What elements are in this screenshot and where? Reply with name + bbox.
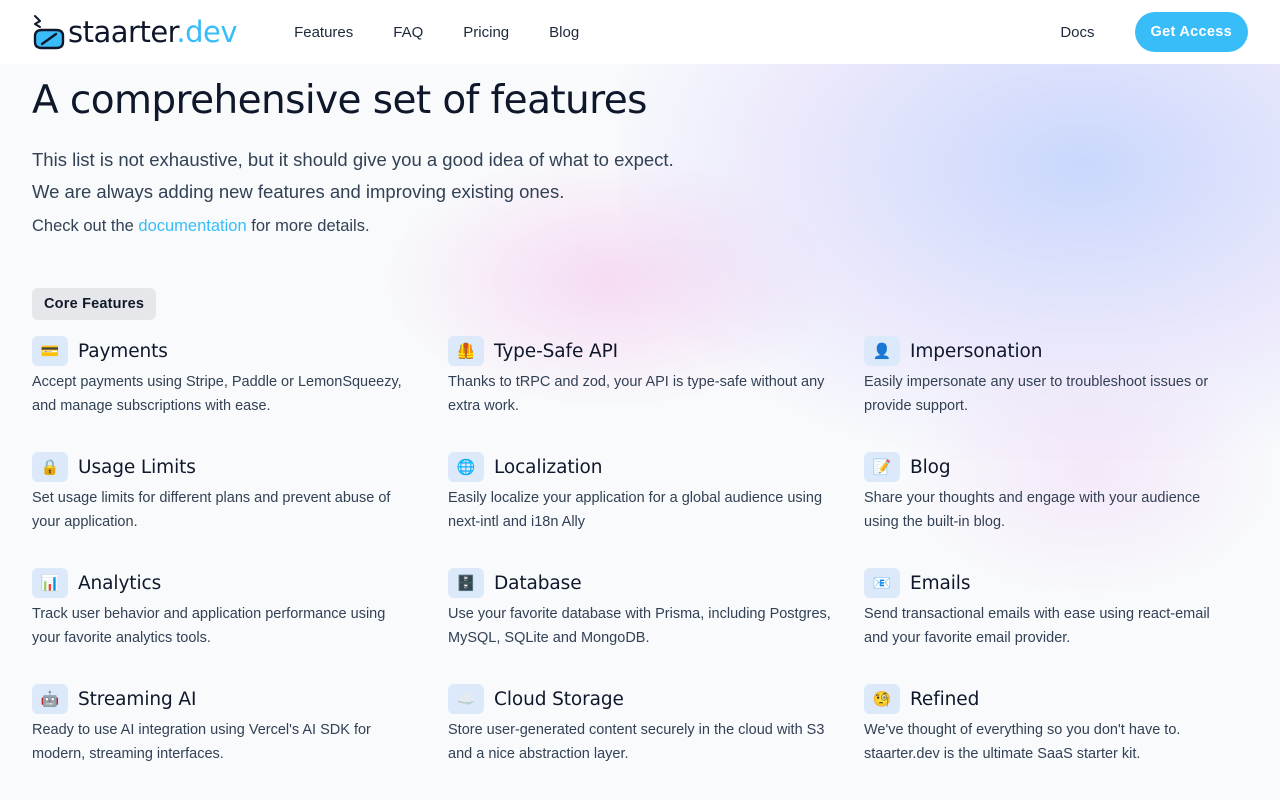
feature-card: 🦺 Type-Safe API Thanks to tRPC and zod, yo…	[448, 336, 864, 452]
nav-blog[interactable]: Blog	[549, 24, 579, 41]
feature-header: 👤 Impersonation	[864, 336, 1216, 366]
feature-description: Set usage limits for different plans and…	[32, 490, 391, 530]
logo-mark-icon	[33, 15, 65, 50]
feature-title: Cloud Storage	[494, 688, 624, 710]
features-page: A comprehensive set of features This lis…	[32, 64, 1248, 800]
main-nav: Features FAQ Pricing Blog	[294, 24, 619, 41]
feature-description: Easily localize your application for a g…	[448, 490, 823, 530]
docs-link[interactable]: Docs	[1060, 24, 1094, 41]
feature-card: 🧐 Refined We've thought of everything so y…	[864, 684, 1248, 800]
nav-faq[interactable]: FAQ	[393, 24, 423, 41]
monocle-face-icon: 🧐	[864, 684, 900, 714]
feature-description: Use your favorite database with Prisma, …	[448, 606, 831, 646]
feature-title: Emails	[910, 572, 971, 594]
logo-link[interactable]: staarter.dev	[32, 14, 238, 50]
nav-features[interactable]: Features	[294, 24, 353, 41]
feature-title: Usage Limits	[78, 456, 196, 478]
feature-header: 📝 Blog	[864, 452, 1216, 482]
intro-text: This list is not exhaustive, but it shou…	[32, 149, 674, 202]
feature-header: 🌐 Localization	[448, 452, 832, 482]
section-badge: Core Features	[32, 288, 157, 320]
globe-icon: 🌐	[448, 452, 484, 482]
feature-description: Store user-generated content securely in…	[448, 722, 825, 762]
feature-card: ☁️ Cloud Storage Store user-generated cont…	[448, 684, 864, 800]
feature-title: Streaming AI	[78, 688, 197, 710]
file-cabinet-icon: 🗄️	[448, 568, 484, 598]
email-icon: 📧	[864, 568, 900, 598]
feature-header: 📧 Emails	[864, 568, 1216, 598]
feature-description: Share your thoughts and engage with your…	[864, 490, 1201, 530]
feature-title: Database	[494, 572, 582, 594]
feature-card: 🌐 Localization Easily localize your applic…	[448, 452, 864, 568]
lock-icon: 🔒	[32, 452, 68, 482]
safety-vest-icon: 🦺	[448, 336, 484, 366]
feature-title: Analytics	[78, 572, 162, 594]
feature-header: 📊 Analytics	[32, 568, 416, 598]
feature-card: 📧 Emails Send transactional emails with ea…	[864, 568, 1248, 684]
documentation-note: Check out the documentation for more det…	[32, 217, 370, 235]
feature-card: 🗄️ Database Use your favorite database wit…	[448, 568, 864, 684]
feature-header: 🦺 Type-Safe API	[448, 336, 832, 366]
feature-title: Type-Safe API	[494, 340, 618, 362]
feature-description: Easily impersonate any user to troublesh…	[864, 374, 1209, 414]
feature-description: Track user behavior and application perf…	[32, 606, 386, 646]
robot-icon: 🤖	[32, 684, 68, 714]
feature-card: 🤖 Streaming AI Ready to use AI integration…	[32, 684, 448, 800]
feature-title: Localization	[494, 456, 603, 478]
credit-card-icon: 💳	[32, 336, 68, 366]
site-header: staarter.dev Features FAQ Pricing Blog D…	[0, 0, 1280, 64]
feature-card: 📝 Blog Share your thoughts and engage with…	[864, 452, 1248, 568]
page-title: A comprehensive set of features	[32, 78, 647, 123]
feature-grid: 💳 Payments Accept payments using Stripe, P…	[32, 336, 1248, 800]
get-access-button[interactable]: Get Access	[1134, 12, 1248, 52]
feature-description: Accept payments using Stripe, Paddle or …	[32, 374, 402, 414]
cloud-icon: ☁️	[448, 684, 484, 714]
feature-card: 📊 Analytics Track user behavior and applic…	[32, 568, 448, 684]
feature-title: Blog	[910, 456, 951, 478]
header-actions: Docs Get Access	[1060, 12, 1248, 52]
feature-description: Ready to use AI integration using Vercel…	[32, 722, 371, 762]
documentation-link[interactable]: documentation	[138, 217, 246, 235]
feature-header: 🔒 Usage Limits	[32, 452, 416, 482]
feature-description: Send transactional emails with ease usin…	[864, 606, 1210, 646]
feature-header: 🗄️ Database	[448, 568, 832, 598]
feature-card: 🔒 Usage Limits Set usage limits for differ…	[32, 452, 448, 568]
feature-header: 🧐 Refined	[864, 684, 1216, 714]
feature-title: Refined	[910, 688, 980, 710]
feature-card: 👤 Impersonation Easily impersonate any use…	[864, 336, 1248, 452]
feature-description: We've thought of everything so you don't…	[864, 722, 1181, 762]
feature-card: 💳 Payments Accept payments using Stripe, P…	[32, 336, 448, 452]
feature-header: 💳 Payments	[32, 336, 416, 366]
nav-pricing[interactable]: Pricing	[463, 24, 509, 41]
feature-description: Thanks to tRPC and zod, your API is type…	[448, 374, 825, 414]
logo-text: staarter.dev	[68, 14, 238, 49]
feature-title: Impersonation	[910, 340, 1043, 362]
feature-header: ☁️ Cloud Storage	[448, 684, 832, 714]
memo-icon: 📝	[864, 452, 900, 482]
user-icon: 👤	[864, 336, 900, 366]
feature-header: 🤖 Streaming AI	[32, 684, 416, 714]
bar-chart-icon: 📊	[32, 568, 68, 598]
feature-title: Payments	[78, 340, 168, 362]
